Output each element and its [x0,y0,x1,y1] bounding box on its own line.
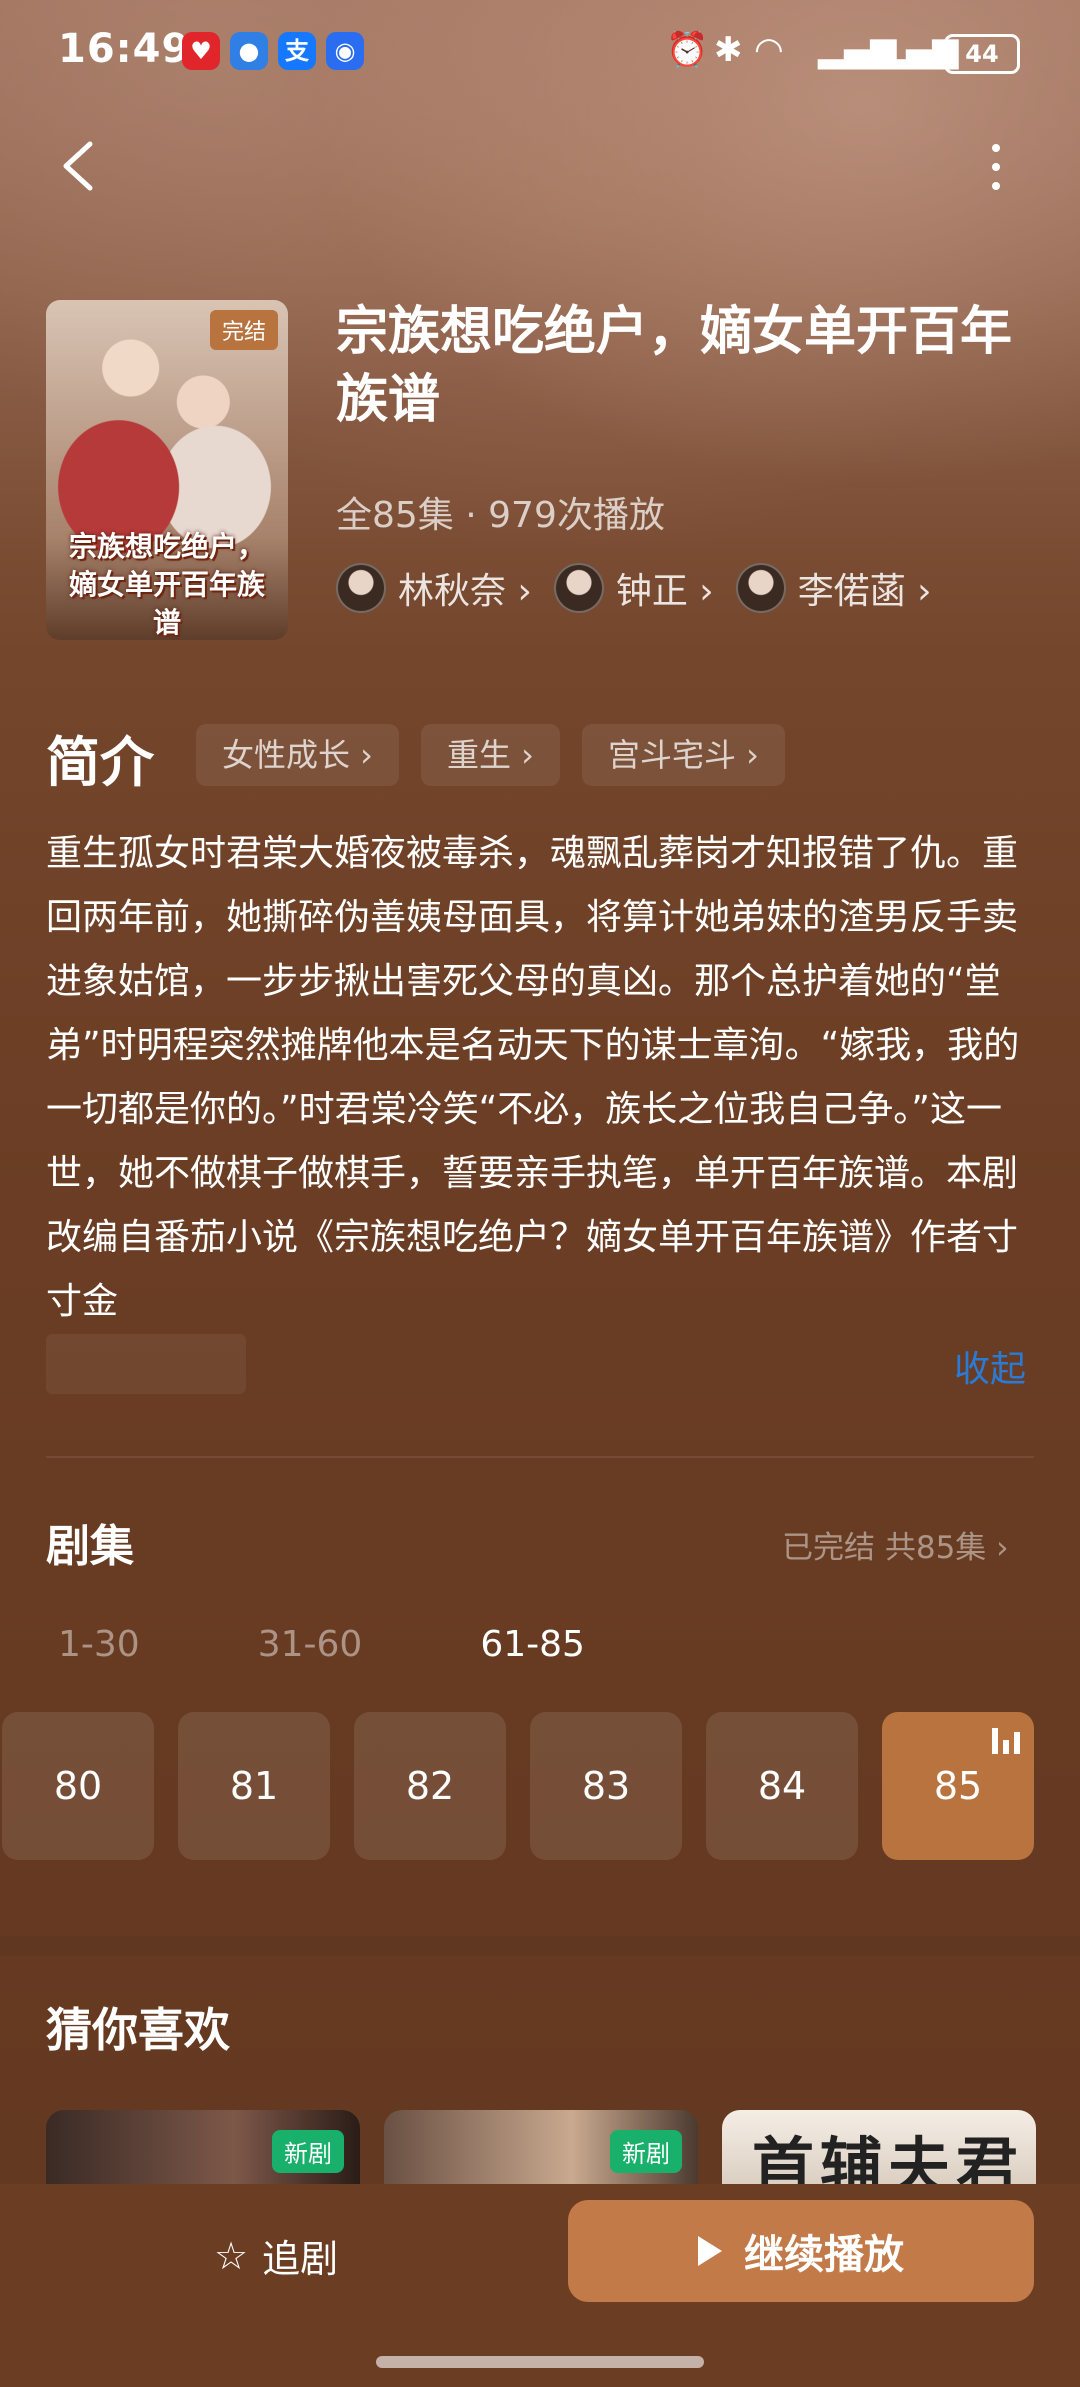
episode-button[interactable]: 80 [2,1712,154,1860]
episode-button[interactable]: 82 [354,1712,506,1860]
actor-name: 林秋奈 › [398,571,532,612]
episode-button[interactable]: 83 [530,1712,682,1860]
intro-description: 重生孤女时君棠大婚夜被毒杀，魂飘乱葬岗才知报错了仇。重回两年前，她撕碎伪善姨母面… [46,833,1020,1322]
episode-button-current[interactable]: 85 [882,1712,1034,1860]
episode-grid: 80 81 82 83 84 85 [2,1712,1058,1860]
drama-meta: 全85集 · 979次播放 [336,495,665,536]
status-bar: 16:49 ♥ ● 支 ◉ ⏰ ✱ ◠ ▂▄▆ ▂▄▆ 44 [0,0,1080,104]
tag-list: 女性成长 › 重生 › 宫斗宅斗 › [196,724,807,786]
bluetooth-icon: ✱ [714,30,743,70]
episode-button[interactable]: 81 [178,1712,330,1860]
tag-chip[interactable]: 重生 › [420,724,560,786]
star-icon: ☆ [214,2233,249,2278]
recommend-heading: 猜你喜欢 [46,2003,230,2057]
recommend-card[interactable]: 首辅夫君 [722,2110,1036,2190]
tag-chip[interactable]: 宫斗宅斗 › [581,724,785,786]
avatar [553,563,604,613]
new-drama-badge: 新剧 [272,2130,344,2173]
episodes-status-link[interactable]: 已完结 共85集 › [782,1522,1009,1567]
tag-chip[interactable]: 女性成长 › [196,724,399,786]
actor-name: 李偌菡 › [797,571,932,612]
now-playing-icon [992,1728,1020,1754]
avatar [336,563,386,613]
new-drama-badge: 新剧 [610,2130,682,2173]
episodes-heading: 剧集 [46,1521,134,1572]
follow-label: 追剧 [262,2237,339,2281]
section-separator [0,1936,1080,1956]
wifi-icon: ◠ [754,30,784,70]
play-icon [698,2236,722,2266]
completed-badge: 完结 [209,310,278,350]
alarm-icon: ⏰ [666,30,709,70]
actor-link[interactable]: 钟正 › [553,562,714,614]
recommend-card[interactable]: 新剧 [46,2110,360,2190]
home-indicator[interactable] [376,2356,704,2368]
actor-link[interactable]: 李偌菡 › [735,562,932,614]
poster-title: 宗族想吃绝户，嫡女单开百年族谱 [68,530,265,639]
shield-app-icon: ◉ [326,32,364,70]
battery-indicator: 44 [944,34,1020,74]
tab-range-61-85[interactable]: 61-85 [480,1624,585,1665]
episode-range-tabs: 1-30 31-60 61-85 [58,1624,703,1665]
recommend-list: 新剧 新剧 首辅夫君 [46,2110,1060,2190]
play-label: 继续播放 [744,2232,904,2278]
alipay-icon: 支 [278,32,316,70]
actor-list: 林秋奈 › 钟正 › 李偌菡 › [336,560,954,616]
description-fade [46,1334,246,1394]
collapse-link[interactable]: 收起 [954,1340,1026,1392]
divider [46,1456,1034,1458]
drama-title: 宗族想吃绝户，嫡女单开百年族谱 [336,302,1013,430]
drama-poster: 完结 宗族想吃绝户，嫡女单开百年族谱 [46,300,288,640]
back-arrow-icon[interactable] [60,140,96,192]
actor-link[interactable]: 林秋奈 › [336,562,532,614]
follow-button[interactable]: ☆ 追剧 [214,2228,338,2283]
tab-range-31-60[interactable]: 31-60 [258,1624,363,1665]
pinduoduo-icon: ♥ [182,32,220,70]
more-options-icon[interactable] [986,144,1006,198]
status-time: 16:49 [58,26,191,72]
episode-button[interactable]: 84 [706,1712,858,1860]
continue-play-button[interactable]: 继续播放 [568,2200,1034,2302]
avatar [735,563,786,613]
episode-number: 85 [933,1764,983,1808]
message-icon: ● [230,32,268,70]
recommend-card-title: 首辅夫君 [752,2130,1025,2190]
tab-range-1-30[interactable]: 1-30 [58,1624,140,1665]
intro-heading: 简介 [46,731,154,794]
recommend-card[interactable]: 新剧 [384,2110,698,2190]
actor-name: 钟正 › [615,571,714,612]
